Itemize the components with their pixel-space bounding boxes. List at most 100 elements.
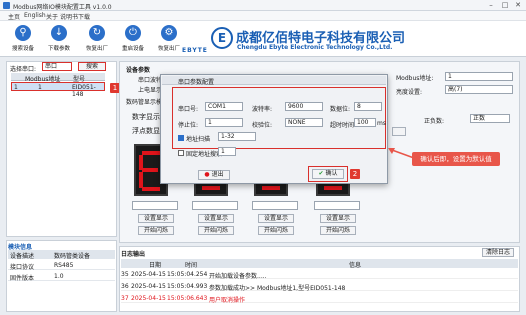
log-date: 2025-04-15 <box>131 283 166 290</box>
log-row: 37 2025-04-15 15:05:06.643 用户取消操作 <box>121 293 518 304</box>
digit-input[interactable] <box>314 201 360 210</box>
log-time: 15:05:06.643 <box>167 295 208 302</box>
row-model: EID051-148 <box>72 84 96 98</box>
row-index: 1 <box>14 84 18 91</box>
log-row: 35 2025-04-15 15:05:04.254 开始加载设备参数..... <box>121 269 518 280</box>
seg-d <box>202 186 220 190</box>
digit-display-label: 数字显示: <box>132 113 163 121</box>
menu-bar: 主页 English 关于 说明书下载 <box>0 11 526 21</box>
dialog-timeout-unit: ms <box>377 120 386 127</box>
close-icon[interactable]: ✕ <box>511 1 525 10</box>
menu-item-english[interactable]: English <box>24 12 46 19</box>
clear-log-button[interactable]: 清除日志 <box>482 248 514 257</box>
dialog-port-select[interactable]: COM1 <box>205 102 243 111</box>
port-label: 选择串口: <box>10 66 37 73</box>
auto-addr-checkbox[interactable] <box>178 135 184 141</box>
auto-addr-select[interactable]: 1-32 <box>218 132 256 141</box>
brightness-label: 亮度设置: <box>396 89 423 96</box>
exit-label: 退出 <box>211 171 224 178</box>
check-icon: ✔ <box>318 170 324 177</box>
log-row: 36 2025-04-15 15:05:04.993 参数加载成功>> Modb… <box>121 281 518 292</box>
exit-icon: ● <box>204 171 210 178</box>
minimize-icon[interactable]: – <box>484 1 498 10</box>
seg-d <box>142 187 160 191</box>
factory-icon: ⚙ <box>161 25 177 41</box>
dialog-title-bar: 串口参数配置 <box>162 76 386 86</box>
ok-label: 确认 <box>325 170 338 177</box>
info-key: 固件版本 <box>10 275 35 282</box>
log-msg: 参数加载成功>> Modbus地址1,型号EID051-148 <box>209 285 346 292</box>
log-col-date: 日期 <box>149 262 162 269</box>
info-value: 1.0 <box>54 273 64 280</box>
start-blink-button[interactable]: 开始闪烁 <box>320 226 356 235</box>
company-name-en: Chengdu Ebyte Electronic Technology Co.,… <box>237 44 393 51</box>
set-display-button[interactable]: 设置显示 <box>198 214 234 223</box>
start-blink-button[interactable]: 开始闪烁 <box>258 226 294 235</box>
dialog-parity-label: 校验位: <box>252 122 273 129</box>
digit-input[interactable] <box>132 201 178 210</box>
start-blink-button[interactable]: 开始闪烁 <box>198 226 234 235</box>
port-select[interactable]: 串口 <box>42 62 72 71</box>
digit-input[interactable] <box>192 201 238 210</box>
fixed-addr-checkbox[interactable] <box>178 150 184 156</box>
side-button[interactable] <box>392 127 406 136</box>
modbus-addr-label: Modbus地址: <box>396 75 434 82</box>
log-idx: 37 <box>121 295 129 302</box>
modbus-addr-input[interactable]: 1 <box>445 72 513 81</box>
dialog-timeout-input[interactable]: 100 <box>354 118 376 127</box>
search-device-button[interactable]: ⚲ 搜索设备 <box>8 23 38 55</box>
ebyte-logo: E <box>211 27 233 49</box>
search-button[interactable]: 搜索 <box>78 62 106 71</box>
set-display-button[interactable]: 设置显示 <box>258 214 294 223</box>
toolbar: ⚲ 搜索设备 ↓ 下载参数 ↻ 恢复出厂 ⏻ 重启设备 ⚙ 恢复出厂 E EBY… <box>0 21 526 57</box>
dialog-baud-select[interactable]: 9600 <box>285 102 323 111</box>
dialog-timeout-label: 超时时间: <box>330 122 357 129</box>
dialog-databits-label: 数据位: <box>330 106 351 113</box>
annotation-badge-2: 2 <box>350 169 360 179</box>
seg-a <box>142 151 160 155</box>
sign-select[interactable]: 正数 <box>470 114 510 123</box>
info-key: 设备描述 <box>10 253 35 260</box>
digit-input[interactable] <box>252 201 298 210</box>
log-idx: 35 <box>121 271 129 278</box>
factory-reset-button[interactable]: ⚙ 恢复出厂 <box>154 23 184 55</box>
log-date: 2025-04-15 <box>131 271 166 278</box>
device-table-header: Modbus地址 型号 <box>11 73 105 83</box>
device-row[interactable]: 1 1 EID051-148 <box>11 82 105 98</box>
dialog-exit-button[interactable]: ● 退出 <box>198 170 230 180</box>
log-date: 2025-04-15 <box>131 295 166 302</box>
info-value: 数码管类设备 <box>54 253 91 260</box>
start-blink-button[interactable]: 开始闪烁 <box>138 226 174 235</box>
dialog-port-label: 串口号: <box>178 106 199 113</box>
restore-factory-button[interactable]: ↻ 恢复出厂 <box>82 23 112 55</box>
menu-item-home[interactable]: 主页 <box>8 12 20 21</box>
ebyte-logo-text: EBYTE <box>182 47 208 54</box>
sign-label: 正负数: <box>424 118 445 125</box>
info-row: 固件版本 1.0 <box>8 272 115 282</box>
log-time: 15:05:04.993 <box>167 283 208 290</box>
dialog-ok-button[interactable]: ✔ 确认 <box>312 169 344 179</box>
restart-device-button[interactable]: ⏻ 重启设备 <box>118 23 148 55</box>
set-display-button[interactable]: 设置显示 <box>138 214 174 223</box>
info-value: RS485 <box>54 262 74 269</box>
dialog-parity-select[interactable]: NONE <box>285 118 323 127</box>
fixed-addr-label: 固定地址搜索 <box>186 151 223 158</box>
maximize-icon[interactable]: □ <box>498 1 512 10</box>
menu-item-manual[interactable]: 说明书下载 <box>60 12 90 21</box>
restart-icon: ⏻ <box>125 25 141 41</box>
brightness-select[interactable]: 高(7) <box>445 85 513 94</box>
download-icon: ↓ <box>51 25 67 41</box>
dialog-stopbits-select[interactable]: 1 <box>205 118 243 127</box>
fixed-addr-input[interactable]: 1 <box>218 147 236 156</box>
dialog-databits-select[interactable]: 8 <box>354 102 382 111</box>
log-title: 日志输出 <box>121 251 146 258</box>
annotation-callout: 确认后即，设置为默认值 <box>412 152 500 166</box>
log-header: 日期 时间 信息 <box>121 259 518 269</box>
menu-item-about[interactable]: 关于 <box>46 12 58 21</box>
set-display-button[interactable]: 设置显示 <box>320 214 356 223</box>
download-params-button[interactable]: ↓ 下载参数 <box>44 23 74 55</box>
log-idx: 36 <box>121 283 129 290</box>
dialog-stopbits-label: 停止位: <box>178 122 199 129</box>
auto-addr-label: 地址扫描 <box>186 136 211 143</box>
info-key: 接口协议 <box>10 264 35 271</box>
